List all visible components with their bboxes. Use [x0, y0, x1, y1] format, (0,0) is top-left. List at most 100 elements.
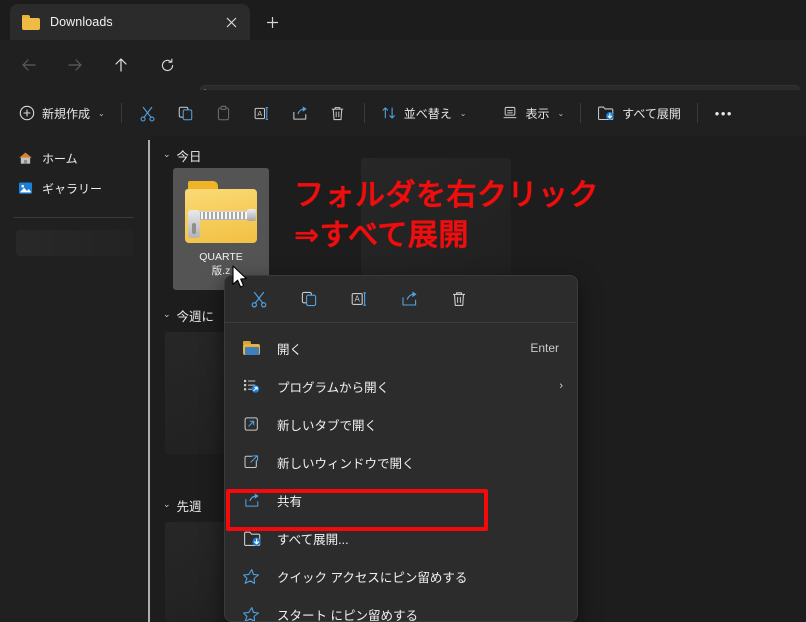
context-menu-item-open-new-window[interactable]: 新しいウィンドウで開く [225, 443, 577, 481]
new-tab-button[interactable] [258, 8, 286, 36]
folder-icon [22, 14, 40, 30]
sort-icon [381, 105, 397, 121]
navigation-bar [0, 40, 806, 117]
view-icon [502, 105, 518, 121]
title-bar: Downloads [0, 0, 806, 40]
scissors-icon [139, 105, 156, 122]
paste-icon [215, 105, 232, 122]
cut-button[interactable] [129, 97, 167, 129]
tab-downloads[interactable]: Downloads [10, 4, 250, 40]
tab-title: Downloads [50, 15, 113, 29]
extract-all-button[interactable]: すべて展開 [588, 97, 690, 129]
file-explorer-window: Downloads 新規作成 ⌄ A 並べ替え ⌄ 表示 ⌄ すべて展開 •••… [0, 0, 806, 622]
context-menu-item-open[interactable]: 開く Enter [225, 329, 577, 367]
context-menu-item-share[interactable]: 共有 [225, 481, 577, 519]
chevron-down-icon: ⌄ [98, 108, 105, 118]
chevron-right-icon: › [559, 380, 563, 392]
group-header-label: 今週に [176, 309, 215, 324]
chevron-down-icon: ⌄ [459, 108, 467, 118]
sidebar-ghost-item [16, 230, 134, 256]
context-menu-item-label: すべて展開... [277, 532, 349, 547]
open-with-icon [243, 378, 265, 394]
svg-text:A: A [354, 295, 360, 304]
share-icon [291, 105, 309, 122]
context-menu-item-label: プログラムから開く [277, 380, 390, 395]
sidebar-splitter[interactable] [148, 140, 150, 622]
group-header-this-week[interactable]: ⌄ 今週に [151, 304, 214, 326]
context-menu-item-extract-all[interactable]: すべて展開... [225, 519, 577, 557]
new-button-label: 新規作成 [42, 106, 91, 121]
rename-icon[interactable]: A [339, 283, 379, 315]
svg-text:A: A [257, 108, 263, 117]
close-icon[interactable] [218, 9, 244, 35]
home-icon [18, 151, 33, 165]
more-options-button[interactable]: ••• [705, 97, 743, 129]
group-header-label: 先週 [176, 499, 202, 514]
sidebar-item-label: ギャラリー [42, 181, 103, 196]
sidebar-item-gallery[interactable]: ギャラリー [10, 174, 140, 202]
annotation-text: フォルダを右クリック ⇒すべて展開 [294, 176, 599, 256]
extract-all-label: すべて展開 [622, 106, 681, 121]
new-window-icon [243, 454, 265, 470]
pin-icon [243, 568, 265, 585]
gallery-icon [18, 181, 33, 195]
context-menu: A 開く Enter プログラムから開く › 新しいタブで開く 新しいウィンドウ… [224, 275, 578, 622]
refresh-icon[interactable] [152, 50, 182, 80]
paste-button[interactable] [205, 97, 243, 129]
chevron-down-icon: ⌄ [557, 108, 565, 118]
view-button-label: 表示 [525, 106, 550, 121]
chevron-down-icon: ⌄ [163, 498, 171, 509]
sort-button-label: 並べ替え [403, 106, 452, 121]
file-name-line1: QUARTE [199, 251, 243, 263]
context-menu-item-open-new-tab[interactable]: 新しいタブで開く [225, 405, 577, 443]
sidebar-item-label: ホーム [42, 151, 78, 166]
context-menu-item-pin-start[interactable]: スタート にピン留めする [225, 595, 577, 622]
trash-icon [329, 105, 346, 122]
context-menu-item-label: 開く [277, 342, 303, 357]
share-button[interactable] [281, 97, 319, 129]
rename-icon: A [253, 105, 271, 122]
chevron-down-icon: ⌄ [163, 148, 171, 159]
command-toolbar: 新規作成 ⌄ A 並べ替え ⌄ 表示 ⌄ すべて展開 ••• [0, 90, 806, 136]
back-arrow-icon[interactable] [14, 50, 44, 80]
context-menu-item-accel: Enter [530, 341, 559, 355]
share-icon[interactable] [389, 283, 429, 315]
toolbar-divider [120, 103, 122, 123]
zip-folder-icon [185, 181, 257, 243]
share-icon [243, 492, 265, 509]
sidebar: ホーム ギャラリー [0, 136, 148, 622]
forward-arrow-icon[interactable] [60, 50, 90, 80]
copy-icon [177, 105, 194, 122]
extract-folder-icon [597, 105, 615, 121]
context-menu-item-label: 新しいウィンドウで開く [277, 456, 415, 471]
group-header-last-week[interactable]: ⌄ 先週 [151, 494, 202, 516]
annotation-line-2: ⇒すべて展開 [294, 218, 469, 252]
mouse-cursor-icon [232, 265, 249, 290]
context-menu-item-label: 共有 [277, 494, 303, 509]
rename-button[interactable]: A [243, 97, 281, 129]
sidebar-item-home[interactable]: ホーム [10, 144, 140, 172]
file-tile-zip[interactable]: QUARTE 版.z [173, 168, 269, 290]
context-menu-icon-row: A [225, 276, 577, 322]
context-menu-item-label: 新しいタブで開く [277, 418, 378, 433]
sort-button[interactable]: 並べ替え ⌄ [372, 97, 476, 129]
delete-button[interactable] [319, 97, 357, 129]
up-arrow-icon[interactable] [106, 50, 136, 80]
plus-circle-icon [19, 105, 35, 121]
ellipsis-icon: ••• [714, 105, 733, 121]
new-button[interactable]: 新規作成 ⌄ [10, 97, 114, 129]
annotation-line-1: フォルダを右クリック [294, 179, 599, 212]
copy-icon[interactable] [289, 283, 329, 315]
context-menu-item-label: スタート にピン留めする [277, 608, 418, 622]
group-header-label: 今日 [176, 149, 202, 164]
sidebar-divider [14, 217, 134, 218]
toolbar-divider [580, 103, 582, 123]
context-menu-item-label: クイック アクセスにピン留めする [277, 570, 468, 585]
context-menu-item-pin-quick-access[interactable]: クイック アクセスにピン留めする [225, 557, 577, 595]
context-menu-item-open-with[interactable]: プログラムから開く › [225, 367, 577, 405]
copy-button[interactable] [167, 97, 205, 129]
pin-icon [243, 606, 265, 621]
delete-icon[interactable] [439, 283, 479, 315]
chevron-down-icon: ⌄ [163, 308, 171, 319]
view-button[interactable]: 表示 ⌄ [493, 97, 573, 129]
